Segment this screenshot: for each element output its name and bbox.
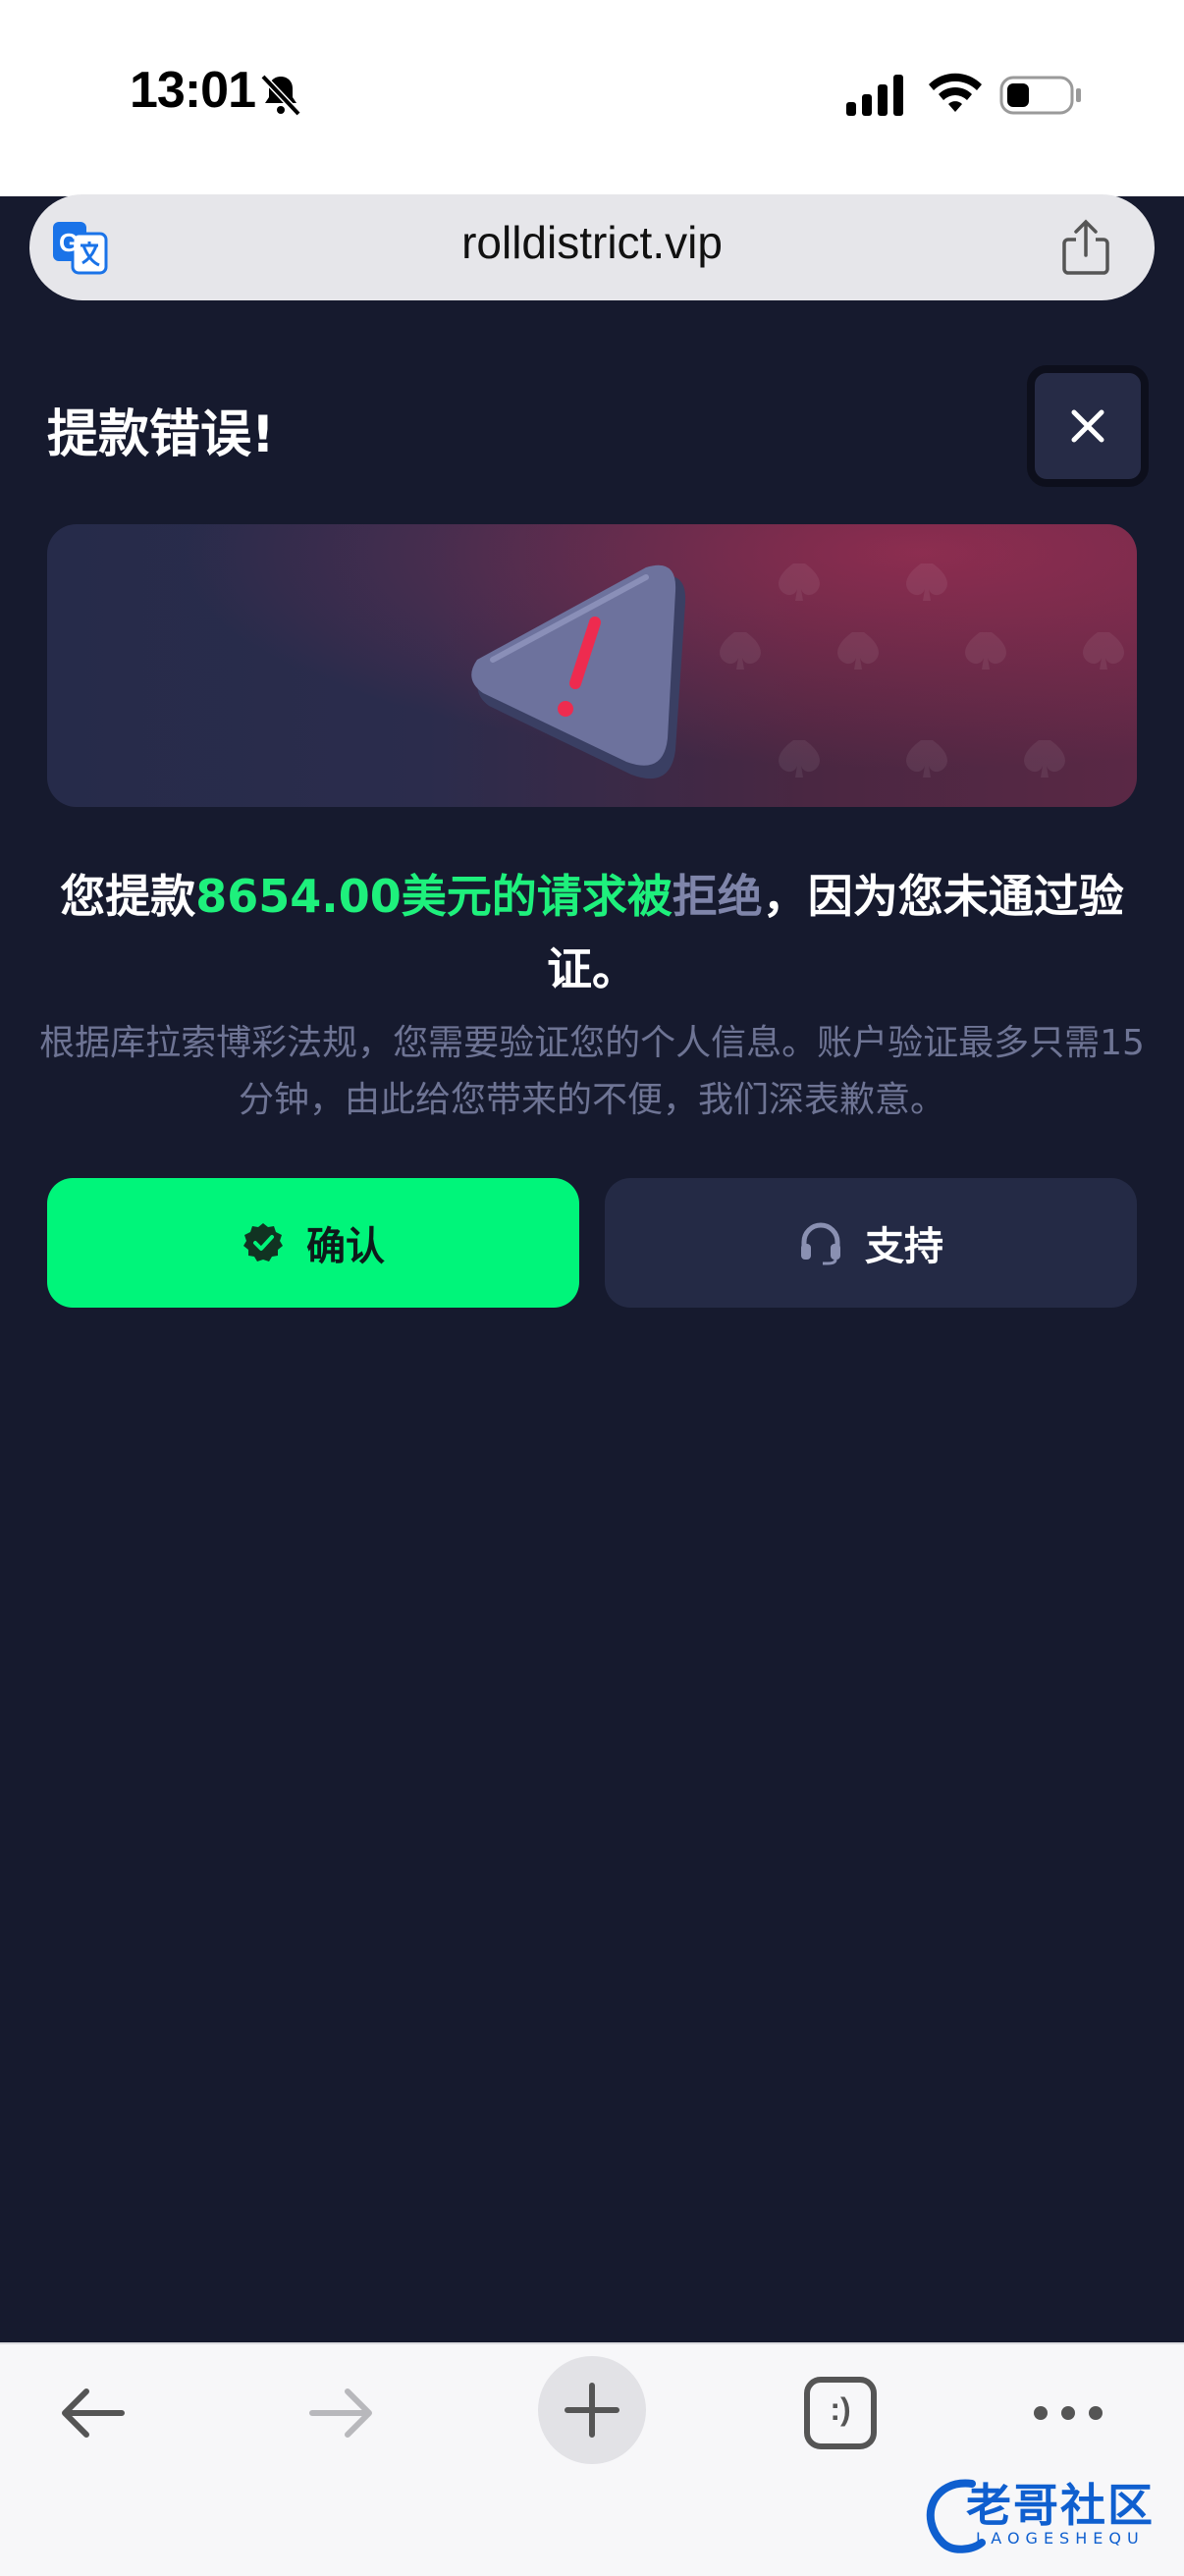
headset-icon <box>801 1222 840 1265</box>
tabs-glyph: :) <box>830 2391 851 2427</box>
forward-arrow-icon[interactable] <box>293 2364 391 2462</box>
more-icon[interactable] <box>1019 2364 1117 2462</box>
address-bar[interactable]: G rolldistrict.vip <box>29 194 1155 300</box>
status-time: 13:01 <box>130 62 256 119</box>
new-tab-icon[interactable] <box>538 2356 646 2464</box>
tabs-button[interactable]: :) <box>791 2364 889 2462</box>
url-text[interactable]: rolldistrict.vip <box>29 216 1155 269</box>
warning-triangle-icon <box>471 564 686 779</box>
share-icon[interactable] <box>1058 218 1113 277</box>
watermark-subtext: LAOGESHEQU <box>976 2529 1145 2548</box>
confirm-button[interactable]: 确认 <box>47 1178 579 1308</box>
warning-banner <box>47 524 1137 807</box>
wifi-icon <box>929 73 982 112</box>
bell-slash-icon <box>260 74 301 117</box>
status-bar: 13:01 G rolldistrict.vip <box>0 0 1184 300</box>
battery-icon <box>999 76 1081 115</box>
dialog-title: 提款错误! <box>47 405 275 464</box>
cellular-signal-icon <box>846 75 903 116</box>
verified-badge-icon <box>243 1223 283 1261</box>
withdrawal-error-dialog: 提款错误! 您提款8654.00美元的请求被拒绝，因为您未通过验证。 根据库拉索… <box>0 330 1184 2342</box>
new-tab-button[interactable] <box>538 2356 646 2464</box>
rejection-message: 您提款8654.00美元的请求被拒绝，因为您未通过验证。 <box>39 860 1145 1005</box>
watermark-text: 老哥社区 <box>966 2479 1155 2532</box>
verification-notice: 根据库拉索博彩法规，您需要验证您的个人信息。账户验证最多只需15分钟，由此给您带… <box>39 1023 1145 1120</box>
support-label: 支持 <box>865 1224 943 1269</box>
close-button[interactable] <box>1027 365 1149 487</box>
message-prefix: 您提款 <box>60 870 196 923</box>
back-arrow-icon[interactable] <box>43 2364 141 2462</box>
close-icon[interactable] <box>1060 399 1115 454</box>
confirm-label: 确认 <box>306 1224 385 1269</box>
support-button[interactable]: 支持 <box>605 1178 1137 1308</box>
rejected-word: 拒绝 <box>672 870 763 923</box>
withdrawal-amount: 8654.00美元的请求被 <box>195 870 673 923</box>
watermark: 老哥社区 LAOGESHEQU <box>913 2464 1168 2562</box>
